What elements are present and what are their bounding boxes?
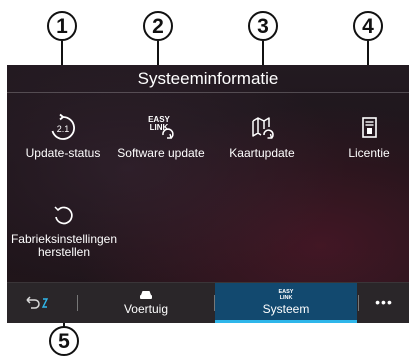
more-button[interactable]: ••• (359, 283, 409, 323)
svg-text:LINK: LINK (280, 295, 293, 301)
callout-2: 2 (143, 11, 173, 41)
map-update-tile[interactable]: Kaartupdate (210, 111, 314, 160)
callout-4: 4 (353, 11, 383, 41)
infotainment-screen: Systeeminformatie 2.1 Update-status EASY… (7, 65, 409, 323)
easy-link-icon: EASY LINK (279, 289, 294, 301)
map-update-icon (252, 117, 274, 139)
back-icon (26, 296, 49, 309)
page-title: Systeeminformatie (137, 69, 279, 88)
tab-system[interactable]: EASY LINK Systeem (215, 283, 357, 323)
factory-reset-icon (54, 206, 73, 225)
update-status-icon: 2.1 (51, 113, 75, 140)
tab-system-label: Systeem (262, 302, 310, 316)
back-button[interactable] (7, 283, 77, 323)
factory-reset-label-line2: herstellen (37, 245, 91, 259)
easy-link-update-icon: EASY LINK (148, 115, 174, 139)
factory-reset-tile[interactable]: Fabrieksinstellingen herstellen (7, 201, 121, 259)
callout-1: 1 (47, 11, 77, 41)
callout-5: 5 (49, 326, 79, 356)
update-status-label: Update-status (25, 146, 101, 160)
software-update-label: Software update (117, 146, 205, 160)
tab-vehicle[interactable]: Voertuig (78, 283, 214, 323)
update-status-tile[interactable]: 2.1 Update-status (11, 111, 115, 160)
license-icon (362, 117, 377, 138)
bottom-navigation-bar: Voertuig EASY LINK Systeem ••• (7, 282, 409, 323)
svg-text:LINK: LINK (150, 123, 169, 132)
license-label: Licentie (348, 146, 390, 160)
map-update-label: Kaartupdate (229, 146, 295, 160)
tab-vehicle-label: Voertuig (123, 302, 169, 316)
svg-text:2.1: 2.1 (57, 124, 70, 134)
license-tile[interactable]: Licentie (317, 111, 409, 160)
car-icon (140, 291, 152, 299)
software-update-tile[interactable]: EASY LINK Software update (109, 111, 213, 160)
title-divider (7, 92, 409, 93)
more-icon: ••• (375, 294, 393, 310)
callout-3: 3 (248, 11, 278, 41)
